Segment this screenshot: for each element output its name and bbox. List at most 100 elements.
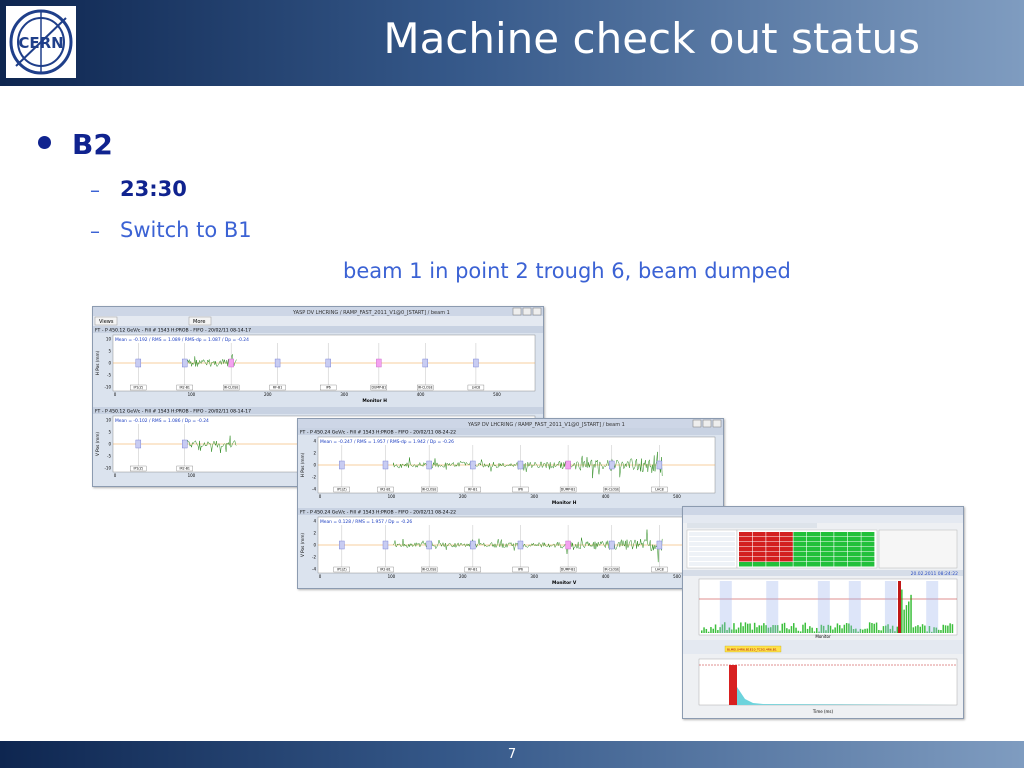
window-title: YASP DV LHCRING / RAMP_FAST_2011_V1@0_[S…	[292, 310, 450, 316]
y-axis-label: H Pos (mm)	[300, 452, 305, 477]
x-tick-label: 200	[459, 494, 467, 499]
y-tick-label: -5	[107, 454, 111, 459]
status-cell	[861, 532, 875, 537]
status-cell	[861, 542, 875, 547]
maximize-button[interactable]	[522, 307, 532, 316]
yasp-window-2[interactable]: YASP DV LHCRING / RAMP_FAST_2011_V1@0_[S…	[297, 418, 724, 589]
status-cell	[861, 552, 875, 557]
loss-bar	[705, 628, 708, 633]
status-cell	[834, 557, 848, 562]
row-label-bg	[689, 542, 735, 546]
status-cell	[820, 552, 834, 557]
dash-marker: –	[90, 219, 100, 243]
loss-bar	[944, 625, 947, 633]
loss-bar	[903, 609, 905, 633]
panel-header: FT - P 450.24 GeV/c - Fill # 1543 H:PROB…	[300, 430, 456, 436]
bullet-dot	[38, 136, 51, 149]
status-cell	[752, 557, 766, 562]
status-cell	[752, 547, 766, 552]
blm-xlabel: Monitor	[815, 634, 831, 639]
status-cell	[807, 562, 820, 567]
x-tick-label: 100	[188, 473, 196, 478]
plot-stats: Mean = -0.102 / RMS = 1.086 / Dp = -0.24	[115, 418, 209, 424]
loss-bar	[781, 623, 783, 633]
status-cell	[820, 562, 834, 567]
marker-box	[517, 460, 524, 470]
status-cell	[834, 532, 848, 537]
blm-window[interactable]: 20.02.2011 08:24:22 Monitor BLMEI.04R6.B…	[682, 506, 964, 719]
panel-header: FT - P 450.12 GeV/c - Fill # 1543 H:PROB…	[95, 409, 251, 415]
status-cell	[739, 537, 752, 542]
panel-header: FT - P 450.24 GeV/c - Fill # 1543 H:PROB…	[300, 510, 456, 516]
loss-bar	[901, 589, 903, 633]
loss-bar	[712, 628, 714, 633]
status-cell	[766, 552, 780, 557]
status-cell	[793, 557, 807, 562]
row-label-bg	[689, 562, 735, 566]
marker-label: IP6	[326, 386, 331, 390]
marker-box	[609, 460, 615, 470]
octant-band	[766, 581, 779, 633]
row-label-bg	[689, 537, 735, 541]
y-tick-label: 0	[313, 543, 316, 548]
status-cell	[766, 547, 780, 552]
y-tick-label: -10	[104, 385, 111, 390]
status-cell	[739, 532, 752, 537]
yasp-plot-group-2: FT - P 450.24 GeV/c - Fill # 1543 H:PROB…	[298, 428, 723, 586]
minimize-button[interactable]	[512, 307, 522, 316]
marker-label: DUMP-B1	[561, 568, 576, 572]
marker-label: LHC8	[655, 568, 663, 572]
status-cell	[752, 537, 766, 542]
status-cell	[820, 537, 834, 542]
status-cell	[847, 557, 861, 562]
status-cell	[739, 552, 752, 557]
loss-bar	[701, 630, 703, 633]
marker-label: DUMP-B1	[561, 488, 576, 492]
close-button[interactable]	[532, 307, 542, 316]
y-tick-label: 2	[313, 531, 316, 536]
x-tick-label: 0	[114, 473, 117, 478]
status-cell	[807, 537, 820, 542]
marker-label: DUMP-B1	[372, 386, 387, 390]
loss-bar	[779, 630, 781, 633]
status-cell	[739, 547, 752, 552]
close-button[interactable]	[712, 419, 722, 428]
marker-box	[376, 358, 382, 368]
slide-title: Machine check out status	[383, 14, 920, 63]
marker-box	[565, 540, 571, 550]
row-label-bg	[689, 552, 735, 556]
marker-label: IP6	[518, 568, 523, 572]
marker-box	[339, 460, 345, 470]
y-axis-label: V Pos (mm)	[300, 533, 305, 557]
status-cell	[793, 562, 807, 567]
marker-label: RF-B1	[468, 568, 477, 572]
octant-band	[884, 581, 897, 633]
status-cell	[779, 547, 793, 552]
maximize-button[interactable]	[702, 419, 712, 428]
loss-bar	[841, 628, 843, 633]
status-cell	[820, 542, 834, 547]
status-cell	[861, 547, 875, 552]
marker-label: IP1(Z)	[337, 488, 347, 492]
status-cell	[847, 562, 861, 567]
plot-stats: Mean = -0.192 / RMS = 1.089 / RMS-dp = 1…	[115, 337, 249, 343]
status-cell	[739, 557, 752, 562]
marker-box	[517, 540, 524, 550]
sub-item-time: 23:30	[120, 177, 187, 201]
status-cell	[766, 537, 780, 542]
status-cell	[793, 537, 807, 542]
time-xlabel: Time (ms)	[812, 709, 834, 714]
marker-label: IR-CLOSE	[604, 568, 619, 572]
marker-label: IR-CLOSE	[604, 488, 619, 492]
status-cell	[847, 532, 861, 537]
marker-label: IP6	[518, 488, 523, 492]
status-cell	[793, 542, 807, 547]
loss-bar	[786, 628, 788, 633]
loss-bar	[868, 622, 871, 633]
loss-bar	[908, 601, 910, 633]
minimize-button[interactable]	[692, 419, 702, 428]
loss-bar	[829, 625, 832, 633]
loss-bar	[751, 629, 754, 633]
loss-bar	[758, 625, 760, 633]
loss-bar	[790, 626, 793, 633]
